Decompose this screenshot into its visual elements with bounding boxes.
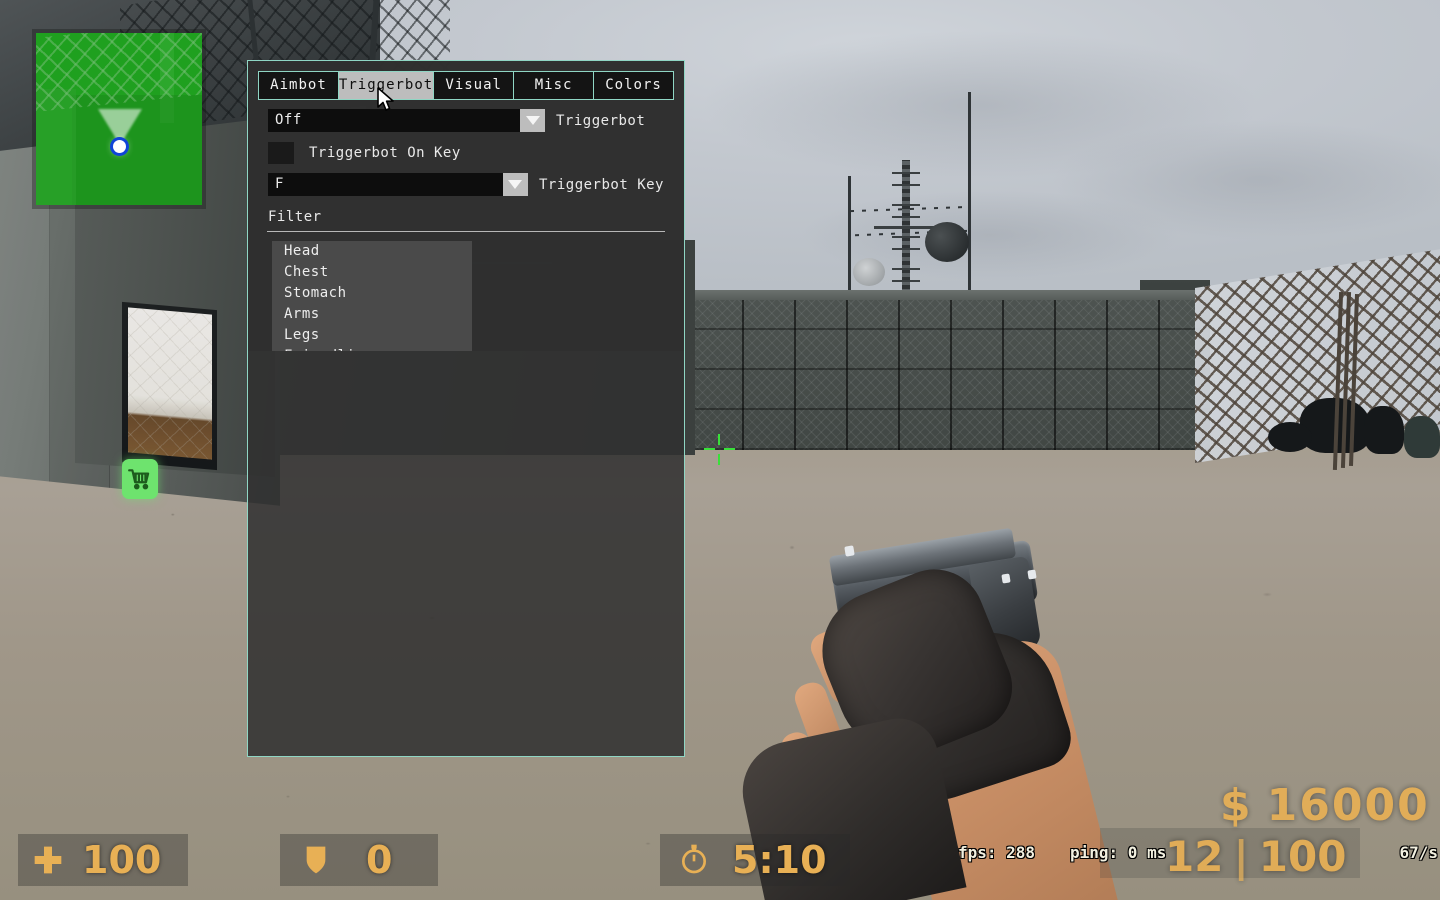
antenna-pole: [968, 92, 971, 292]
triggerbot-mode-dropdown[interactable]: Off: [268, 109, 545, 132]
triggerbot-mode-row: Off Triggerbot: [258, 109, 674, 132]
satellite-dish: [853, 258, 885, 286]
tab-misc[interactable]: Misc: [513, 71, 595, 100]
game-viewport: [0, 0, 1440, 900]
rear-sight: [1001, 573, 1011, 584]
tower-brace: [892, 268, 920, 282]
fence-object: [1404, 416, 1440, 458]
armor-value: 0: [366, 838, 393, 882]
filter-item-chest[interactable]: Chest: [272, 262, 472, 283]
filter-item-stomach[interactable]: Stomach: [272, 283, 472, 304]
tower-brace: [892, 236, 920, 250]
front-sight: [844, 545, 855, 557]
menu-tabbar: Aimbot Triggerbot Visual Misc Colors: [258, 71, 674, 100]
chevron-down-icon[interactable]: [520, 109, 545, 132]
triggerbot-on-key-checkbox[interactable]: [268, 142, 294, 164]
armor-hud: 0: [280, 834, 438, 886]
tower-brace: [892, 172, 920, 186]
doorway-interior: [128, 307, 212, 460]
crosshair-top: [718, 434, 720, 445]
tab-colors[interactable]: Colors: [593, 71, 674, 100]
rear-sight: [1027, 569, 1037, 580]
netgraph-rate: 67/s: [1399, 843, 1438, 862]
crosshair-left: [704, 448, 715, 450]
round-timer-value: 5:10: [732, 838, 827, 882]
tab-aimbot[interactable]: Aimbot: [258, 71, 339, 100]
triggerbot-key-row: F Triggerbot Key: [258, 173, 674, 196]
netgraph-ping: ping: 0 ms: [1070, 843, 1167, 862]
filter-item-legs[interactable]: Legs: [272, 325, 472, 346]
tower-arm: [874, 226, 934, 229]
triggerbot-key-value: F: [275, 176, 284, 192]
satellite-dish: [925, 222, 969, 262]
armor-shield-icon: [300, 843, 332, 877]
tile-pattern: [128, 307, 212, 460]
player-dot: [113, 140, 126, 153]
section-divider: [267, 231, 665, 232]
cheat-menu-window[interactable]: Aimbot Triggerbot Visual Misc Colors Off…: [247, 60, 685, 757]
filter-list[interactable]: Head Chest Stomach Arms Legs Friendlies: [272, 241, 472, 351]
chevron-down-icon[interactable]: [502, 173, 528, 196]
game-screen: Aimbot Triggerbot Visual Misc Colors Off…: [0, 0, 1440, 900]
triggerbot-key-label: Triggerbot Key: [538, 176, 664, 193]
net-graph-rates: 67/s 66.7/s 67.8/s 67/s: [1362, 805, 1438, 900]
triggerbot-on-key-row: Triggerbot On Key: [258, 142, 674, 164]
round-timer-hud: 5:10: [660, 834, 850, 886]
fence-object: [1364, 406, 1404, 454]
triggerbot-mode-label: Triggerbot: [556, 112, 646, 129]
tower-brace: [892, 204, 920, 218]
triggerbot-on-key-label: Triggerbot On Key: [309, 145, 461, 161]
antenna-pole: [848, 176, 851, 306]
filter-item-friendlies[interactable]: Friendlies: [272, 346, 472, 351]
health-hud: 100: [18, 834, 188, 886]
filter-item-arms[interactable]: Arms: [272, 304, 472, 325]
crosshair-bottom: [718, 454, 720, 465]
filter-item-head[interactable]: Head: [272, 241, 472, 262]
shopping-cart-icon: [122, 459, 158, 499]
health-cross-icon: [32, 843, 64, 877]
tab-visual[interactable]: Visual: [433, 71, 515, 100]
menu-top-section: Aimbot Triggerbot Visual Misc Colors Off…: [248, 61, 684, 351]
mouse-pointer: [377, 87, 395, 113]
radar-geometry: [36, 33, 202, 205]
mid-fence-wall: [690, 300, 1210, 450]
fence-object: [1268, 422, 1312, 452]
triggerbot-key-dropdown[interactable]: F: [268, 173, 528, 196]
net-graph: fps: 288 ping: 0 ms in : 95 6.24 k/s ler…: [958, 805, 1323, 900]
radio-tower: [874, 160, 934, 305]
minimap-radar: [36, 33, 202, 205]
crosshair-right: [724, 448, 735, 450]
netgraph-fps: fps: 288: [958, 843, 1036, 862]
filter-section-label: Filter: [268, 209, 322, 225]
stopwatch-icon: [678, 843, 710, 877]
health-value: 100: [82, 838, 162, 882]
net-graph-row: fps: 288 ping: 0 ms: [958, 843, 1323, 862]
